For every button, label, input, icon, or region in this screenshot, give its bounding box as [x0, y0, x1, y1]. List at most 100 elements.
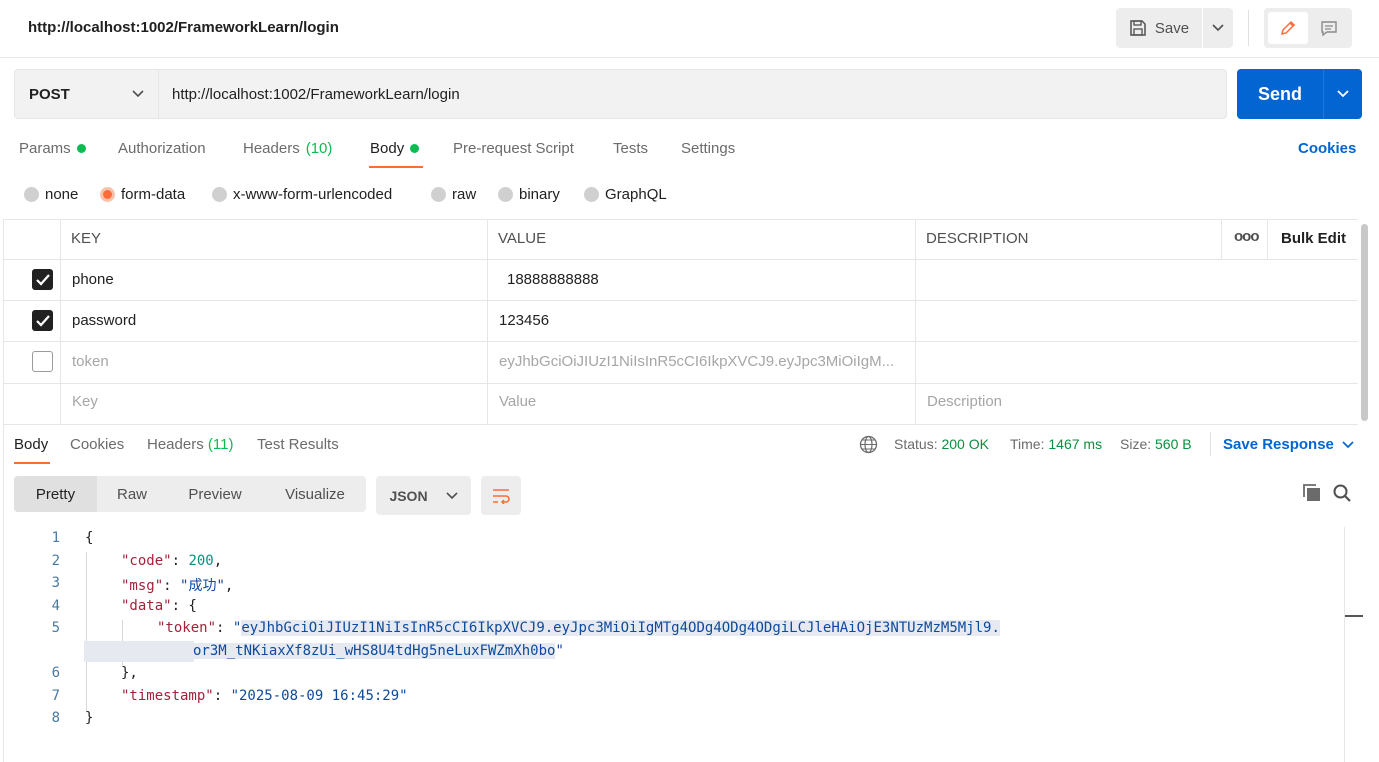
size-value: 560 B [1155, 436, 1192, 452]
edit-mode-button[interactable] [1268, 12, 1308, 44]
key-cell[interactable]: password [72, 312, 472, 329]
key-cell[interactable]: phone [72, 271, 472, 288]
code-line[interactable]: or3M_tNKiaxXf8zUi_wHS8U4tdHg5neLuxFWZmXh… [193, 643, 564, 659]
value-cell[interactable]: 18888888888 [507, 271, 907, 288]
size-indicator[interactable]: Size: 560 B [1120, 436, 1192, 452]
response-tab-test-results[interactable]: Test Results [257, 436, 339, 453]
code-line: } [85, 710, 94, 726]
row-divider [4, 383, 1358, 384]
line-number: 6 [51, 665, 60, 681]
radio-label: x-www-form-urlencoded [233, 186, 393, 203]
cookies-link[interactable]: Cookies [1298, 140, 1356, 157]
row-divider [4, 424, 1358, 425]
check-icon [35, 273, 50, 286]
response-tab-body[interactable]: Body [14, 436, 48, 453]
row-checkbox-checked[interactable] [32, 310, 53, 331]
time-indicator[interactable]: Time: 1467 ms [1010, 436, 1102, 452]
tab-headers[interactable]: Headers (10) [243, 140, 332, 157]
radio-raw[interactable]: raw [431, 186, 476, 203]
view-pretty-button[interactable]: Pretty [14, 476, 97, 512]
save-response-button[interactable]: Save Response [1223, 436, 1354, 453]
active-dot [410, 144, 420, 153]
more-options-button[interactable]: ooo [1234, 228, 1259, 245]
column-divider [60, 219, 61, 424]
view-raw-button[interactable]: Raw [100, 476, 164, 512]
save-button[interactable]: Save [1116, 8, 1202, 48]
row-checkbox-unchecked[interactable] [32, 351, 53, 372]
comments-mode-button[interactable] [1310, 12, 1348, 44]
key-placeholder[interactable]: Key [72, 393, 98, 410]
line-number: 3 [51, 575, 60, 591]
column-divider [1221, 219, 1222, 259]
tab-params[interactable]: Params [19, 140, 86, 157]
description-placeholder[interactable]: Description [927, 393, 1002, 410]
radio-circle [212, 187, 227, 202]
radio-label: GraphQL [605, 186, 667, 203]
comment-icon [1321, 21, 1337, 37]
active-dot [76, 144, 86, 153]
wrap-icon [493, 488, 510, 504]
column-divider [915, 219, 916, 424]
time-label: Time: [1010, 436, 1045, 452]
table-scrollbar-thumb[interactable] [1361, 224, 1368, 421]
globe-icon[interactable] [859, 435, 878, 458]
tab-label: Body [370, 140, 405, 157]
send-options-button[interactable] [1323, 69, 1362, 119]
value-cell[interactable]: 123456 [499, 312, 899, 329]
pencil-icon [1280, 20, 1296, 36]
tab-pre-request-script[interactable]: Pre-request Script [453, 140, 574, 157]
line-number: 5 [51, 620, 60, 636]
bulk-edit-button[interactable]: Bulk Edit [1281, 230, 1346, 247]
code-line[interactable]: "token": "eyJhbGciOiJIUzI1NiIsInR5cCI6Ik… [157, 620, 1000, 636]
radio-binary[interactable]: binary [498, 186, 560, 203]
tab-label: Tests [613, 140, 649, 157]
radio-form-data[interactable]: form-data [100, 186, 185, 203]
wrap-lines-button[interactable] [481, 476, 521, 515]
view-visualize-button[interactable]: Visualize [272, 476, 358, 512]
code-scrollbar[interactable] [1344, 527, 1345, 762]
column-header-description: DESCRIPTION [926, 230, 1029, 247]
response-tab-cookies[interactable]: Cookies [70, 436, 124, 453]
save-label: Save [1154, 19, 1190, 37]
value-placeholder[interactable]: Value [499, 393, 536, 410]
tab-tests[interactable]: Tests [613, 140, 648, 157]
method-select[interactable]: POST [14, 69, 159, 119]
tab-label: Settings [681, 140, 736, 157]
radio-x-www-form-urlencoded[interactable]: x-www-form-urlencoded [212, 186, 392, 203]
status-indicator[interactable]: Status: 200 OK [894, 436, 989, 452]
key-cell[interactable]: token [72, 353, 472, 370]
status-label: Status: [894, 436, 938, 452]
search-icon[interactable] [1332, 483, 1352, 507]
code-line: "code": 200, [121, 553, 223, 569]
tab-label: Authorization [118, 140, 206, 157]
radio-circle [431, 187, 446, 202]
radio-label: none [45, 186, 79, 203]
check-icon [35, 314, 50, 327]
send-button[interactable]: Send [1237, 69, 1323, 119]
radio-graphql[interactable]: GraphQL [584, 186, 667, 203]
row-checkbox-checked[interactable] [32, 269, 53, 290]
method-value: POST [29, 85, 70, 103]
tab-authorization[interactable]: Authorization [118, 140, 206, 157]
selection-highlight [84, 641, 194, 662]
scroll-marker [1345, 615, 1363, 617]
tab-body[interactable]: Body [370, 140, 420, 157]
radio-label: binary [519, 186, 560, 203]
tab-settings[interactable]: Settings [681, 140, 735, 157]
headers-count: (11) [207, 436, 234, 453]
line-number: 4 [51, 598, 60, 614]
value-cell[interactable]: eyJhbGciOiJIUzI1NiIsInR5cCI6IkpXVCJ9.eyJ… [499, 353, 909, 370]
response-tab-headers[interactable]: Headers (11) [147, 436, 233, 453]
copy-icon[interactable] [1302, 483, 1322, 507]
url-input[interactable] [159, 69, 1227, 119]
headers-count: (10) [305, 140, 333, 157]
code-line: "msg": "成功", [121, 578, 234, 594]
save-options-button[interactable] [1203, 8, 1233, 48]
language-select[interactable]: JSON [376, 476, 471, 515]
language-value: JSON [389, 487, 428, 504]
column-divider [1267, 219, 1268, 259]
save-icon [1130, 20, 1146, 36]
request-title[interactable]: http://localhost:1002/FrameworkLearn/log… [28, 19, 339, 36]
view-preview-button[interactable]: Preview [176, 476, 254, 512]
radio-none[interactable]: none [24, 186, 78, 203]
